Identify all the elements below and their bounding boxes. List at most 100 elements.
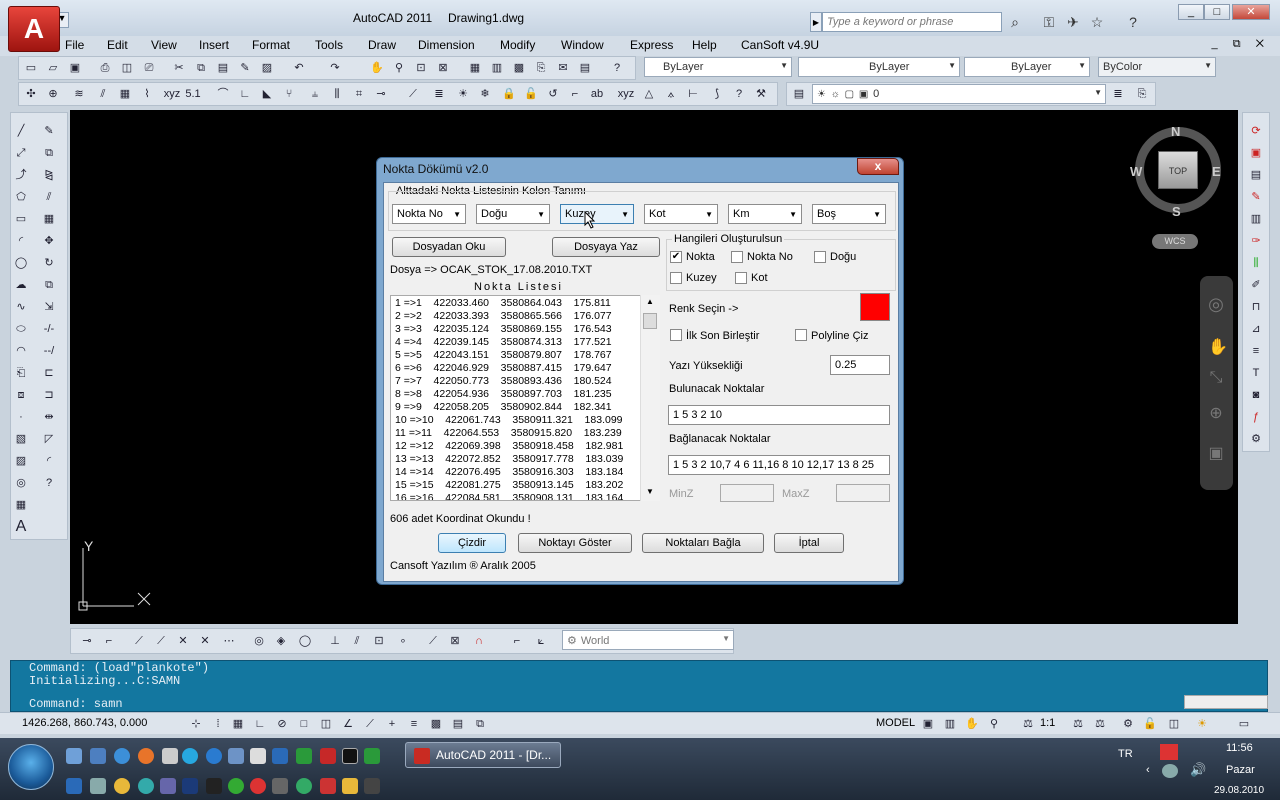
key-icon[interactable]: ⚿ [1040,13,1058,31]
arc-draw-icon[interactable]: ◜ [13,233,29,249]
break-point-icon[interactable]: ⊏ [41,365,57,381]
clock-date[interactable]: 29.08.2010 [1214,785,1264,796]
ucs-icon-button[interactable]: ⌐ [509,633,525,649]
snap-midpoint-icon[interactable]: ⟋ [153,633,169,649]
edit-app-icon[interactable] [364,778,380,794]
scale-icon[interactable]: ⧉ [41,277,57,293]
array-icon[interactable]: ▦ [41,211,57,227]
profile-icon[interactable]: ⌇ [139,86,155,102]
dialog-close-button[interactable]: x [857,158,899,175]
firefox-icon[interactable] [138,748,154,764]
scroll-up-icon[interactable]: ▲ [646,297,654,306]
help-search-input[interactable]: Type a keyword or phrase [822,12,1002,32]
point-icon[interactable]: · [13,409,29,425]
arc-icon[interactable]: ↺ [545,86,561,102]
dogu-checkbox[interactable] [814,251,826,263]
snap-parallel-icon[interactable]: ⫽ [349,633,365,649]
zoom-realtime-icon[interactable]: ⚲ [391,60,407,76]
point-list[interactable]: 1 =>1 422033.460 3580864.043 175.811 2 =… [390,295,660,501]
app-icon[interactable] [162,748,178,764]
chamfer-icon[interactable]: ◸ [41,431,57,447]
list-item[interactable]: 5 =>5 422043.151 3580879.807 178.767 [395,349,612,361]
cancel-button[interactable]: İptal [774,533,844,553]
nokta-no-checkbox[interactable] [731,251,743,263]
snap-mode-icon[interactable]: ⁞ [210,716,226,732]
redo-icon[interactable]: ↷ [327,60,343,76]
block-editor-icon[interactable]: ▨ [259,60,275,76]
color-swatch[interactable] [860,293,890,321]
make-block-icon[interactable]: ⧈ [13,387,29,403]
explode-icon[interactable]: ? [41,475,57,491]
layers-icon[interactable]: ≣ [431,86,447,102]
winamp-icon[interactable] [114,778,130,794]
orbit-nav-icon[interactable]: ⊕ [1208,406,1224,422]
polygon-icon[interactable]: ⬠ [13,189,29,205]
internet-explorer-icon[interactable] [114,748,130,764]
polyline-draw-icon[interactable]: ⤴ [13,167,29,183]
offset-icon[interactable]: ⫽ [41,189,57,205]
selection-cycling-icon[interactable]: ⧉ [472,716,488,732]
excel-file-icon[interactable] [364,748,380,764]
fillet-icon[interactable]: ◜ [41,453,57,469]
construction-line-icon[interactable]: ⤢ [13,145,29,161]
xyz-text-icon[interactable]: xyz [615,86,637,102]
ucs-menu[interactable]: WCS [1152,234,1198,249]
pan-nav-icon[interactable]: ✋ [1208,340,1228,356]
fx-icon[interactable]: ƒ [1248,409,1264,425]
spline-icon[interactable]: ∿ [13,299,29,315]
snap-insert-icon[interactable]: ⊡ [371,633,387,649]
terminal-icon[interactable] [206,778,222,794]
polar-icon[interactable]: ⊘ [274,716,290,732]
copy-icon[interactable]: ⧉ [193,60,209,76]
autoscale-icon[interactable]: ⚖ [1092,716,1108,732]
show-point-button[interactable]: Noktayı Göster [518,533,632,553]
road-icon[interactable]: ⫨ [307,86,323,102]
hatch-icon[interactable]: ▧ [13,431,29,447]
list-item[interactable]: 12 =>12 422069.398 3580918.458 182.981 [395,440,623,452]
osnap-settings-icon[interactable]: ∩ [471,633,487,649]
taskbar-autocad-button[interactable]: AutoCAD 2011 - [Dr... [405,742,561,768]
layer-manager-icon[interactable]: ▤ [791,86,807,102]
triangle-icon[interactable]: △ [641,86,657,102]
publish-icon[interactable]: ⎚ [141,60,157,76]
search-expand-arrow[interactable]: ▶ [810,12,822,32]
maxz-input[interactable] [836,484,890,502]
zoom-window-icon[interactable]: ⊡ [413,60,429,76]
read-file-button[interactable]: Dosyadan Oku [392,237,506,257]
zigzag-icon[interactable]: ⟆ [709,86,725,102]
paste-icon[interactable]: ▤ [215,60,231,76]
lwt-icon[interactable]: ≡ [406,716,422,732]
snap-node-icon[interactable]: ∘ [395,633,411,649]
list-item[interactable]: 3 =>3 422035.124 3580869.155 176.543 [395,323,612,335]
circle-icon[interactable]: ◯ [13,255,29,271]
menu-cansoft[interactable]: CanSoft v4.9U [741,38,819,52]
showmotion-icon[interactable]: ▣ [1208,446,1224,462]
menu-file[interactable]: File [65,38,84,52]
snap-endpoint-icon[interactable]: ⟋ [131,633,147,649]
quick-view-layouts-icon[interactable]: ▣ [920,716,936,732]
skype-icon[interactable] [182,748,198,764]
annotate-icon[interactable]: ✑ [1248,233,1264,249]
toolbar-lock-icon[interactable]: 🔓 [1142,716,1158,732]
undo-icon[interactable]: ↶ [291,60,307,76]
list-item[interactable]: 10 =>10 422061.743 3580911.321 183.099 [395,414,623,426]
stretch-icon[interactable]: ⇲ [41,299,57,315]
trim-icon[interactable]: -/- [41,321,57,337]
ellipse-icon[interactable]: ⬭ [13,321,29,337]
maximize-button[interactable]: □ [1204,4,1230,20]
ucs-3point-icon[interactable]: ⟀ [533,633,549,649]
snap-from-icon[interactable]: ⌐ [101,633,117,649]
design-center-icon[interactable]: ▥ [489,60,505,76]
language-indicator[interactable]: TR [1118,748,1133,760]
polyline-checkbox[interactable] [795,329,807,341]
list-item[interactable]: 14 =>14 422076.495 3580916.303 183.184 [395,466,623,478]
kot-checkbox[interactable] [735,272,747,284]
join-icon[interactable]: ⇹ [41,409,57,425]
zoom-previous-icon[interactable]: ⊠ [435,60,451,76]
word-icon[interactable] [66,778,82,794]
gradient-icon[interactable]: ▨ [13,453,29,469]
quickcalc-icon[interactable]: ▤ [577,60,593,76]
annotation-visibility-icon[interactable]: ⚖ [1070,716,1086,732]
connect-points-input[interactable]: 1 5 3 2 10,7 4 6 11,16 8 10 12,17 13 8 2… [668,455,890,475]
markup-icon[interactable]: ✉ [555,60,571,76]
